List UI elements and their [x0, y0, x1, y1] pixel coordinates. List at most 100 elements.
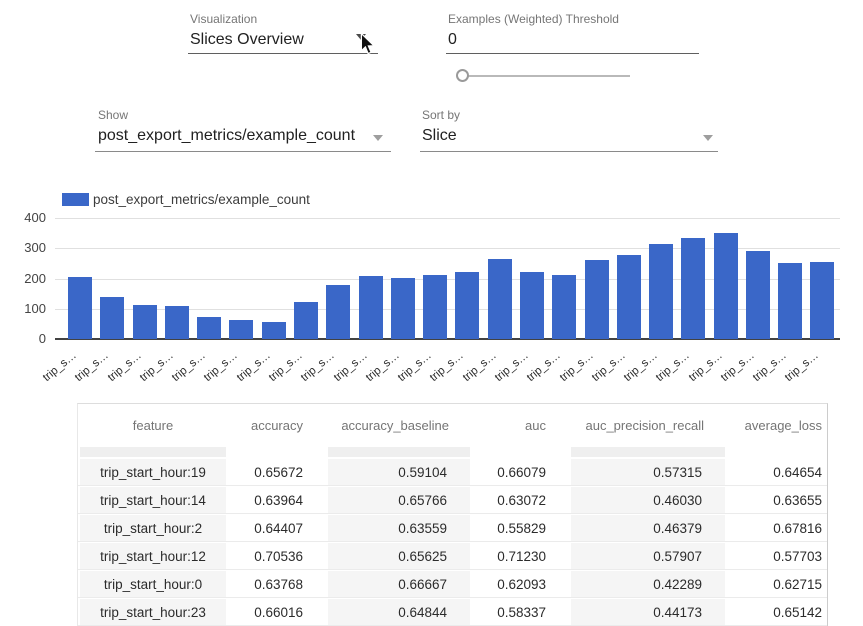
- table-row[interactable]: trip_start_hour:190.656720.591040.660790…: [78, 459, 827, 486]
- chevron-down-icon[interactable]: [373, 135, 383, 141]
- y-axis-tick-400: 400: [14, 210, 46, 225]
- y-axis-tick-100: 100: [14, 301, 46, 316]
- bar-21[interactable]: [746, 251, 770, 339]
- table-row[interactable]: trip_start_hour:140.639640.657660.630720…: [78, 487, 827, 514]
- accuracy_baseline-cell[interactable]: 0.59104: [326, 459, 472, 485]
- y-axis-tick-300: 300: [14, 240, 46, 255]
- bar-18[interactable]: [649, 244, 673, 339]
- bar-16[interactable]: [585, 260, 609, 339]
- average_loss-cell[interactable]: 0.65142: [727, 599, 827, 625]
- feature-cell[interactable]: trip_start_hour:14: [78, 487, 228, 513]
- bar-17[interactable]: [617, 255, 641, 339]
- bar-22[interactable]: [778, 263, 802, 339]
- auc_precision_recall-cell[interactable]: 0.46030: [569, 487, 727, 513]
- mouse-cursor: [360, 33, 375, 55]
- threshold-slider-knob[interactable]: [456, 69, 469, 82]
- auc-cell[interactable]: 0.66079: [472, 459, 569, 485]
- column-header-feature[interactable]: feature: [78, 404, 228, 447]
- feature-cell[interactable]: trip_start_hour:0: [78, 571, 228, 597]
- y-axis-tick-0: 0: [14, 331, 46, 346]
- sort-by-label: Sort by: [422, 108, 460, 122]
- accuracy_baseline-cell[interactable]: 0.64844: [326, 599, 472, 625]
- table-row[interactable]: trip_start_hour:00.637680.666670.620930.…: [78, 571, 827, 598]
- show-label: Show: [98, 108, 128, 122]
- average_loss-cell[interactable]: 0.64654: [727, 459, 827, 485]
- filter-cell-auc_precision_recall: [569, 447, 727, 457]
- bar-13[interactable]: [488, 259, 512, 339]
- feature-cell[interactable]: trip_start_hour:12: [78, 543, 228, 569]
- table-row[interactable]: trip_start_hour:230.660160.648440.583370…: [78, 599, 827, 626]
- auc_precision_recall-cell[interactable]: 0.46379: [569, 515, 727, 541]
- bar-15[interactable]: [552, 275, 576, 339]
- threshold-input[interactable]: 0: [448, 31, 457, 49]
- filter-cell-accuracy_baseline: [326, 447, 472, 457]
- auc-cell[interactable]: 0.55829: [472, 515, 569, 541]
- metrics-table: featureaccuracyaccuracy_baselineaucauc_p…: [77, 403, 828, 626]
- bar-1[interactable]: [100, 297, 124, 339]
- filter-cell-auc: [472, 447, 569, 457]
- y-axis-tick-200: 200: [14, 271, 46, 286]
- auc-cell[interactable]: 0.58337: [472, 599, 569, 625]
- average_loss-cell[interactable]: 0.57703: [727, 543, 827, 569]
- bar-8[interactable]: [326, 285, 350, 340]
- table-row[interactable]: trip_start_hour:120.705360.656250.712300…: [78, 543, 827, 570]
- bar-3[interactable]: [165, 306, 189, 339]
- auc_precision_recall-cell[interactable]: 0.42289: [569, 571, 727, 597]
- bar-2[interactable]: [133, 305, 157, 339]
- auc-cell[interactable]: 0.71230: [472, 543, 569, 569]
- threshold-underline: [446, 53, 699, 54]
- bar-9[interactable]: [359, 276, 383, 339]
- sort-by-selected-value: Slice: [422, 127, 457, 145]
- column-header-average_loss[interactable]: average_loss: [727, 404, 827, 447]
- auc_precision_recall-cell[interactable]: 0.57907: [569, 543, 727, 569]
- filter-cell-average_loss: [727, 447, 827, 457]
- auc_precision_recall-cell[interactable]: 0.44173: [569, 599, 727, 625]
- bar-0[interactable]: [68, 277, 92, 339]
- average_loss-cell[interactable]: 0.62715: [727, 571, 827, 597]
- accuracy-cell[interactable]: 0.63964: [228, 487, 326, 513]
- average_loss-cell[interactable]: 0.63655: [727, 487, 827, 513]
- bar-11[interactable]: [423, 275, 447, 339]
- average_loss-cell[interactable]: 0.67816: [727, 515, 827, 541]
- accuracy-cell[interactable]: 0.64407: [228, 515, 326, 541]
- bar-14[interactable]: [520, 272, 544, 339]
- table-row[interactable]: trip_start_hour:20.644070.635590.558290.…: [78, 515, 827, 542]
- accuracy_baseline-cell[interactable]: 0.65625: [326, 543, 472, 569]
- column-header-auc_precision_recall[interactable]: auc_precision_recall: [569, 404, 727, 447]
- bar-20[interactable]: [714, 233, 738, 340]
- bar-12[interactable]: [455, 272, 479, 339]
- auc_precision_recall-cell[interactable]: 0.57315: [569, 459, 727, 485]
- chevron-down-icon[interactable]: [703, 135, 713, 141]
- feature-cell[interactable]: trip_start_hour:19: [78, 459, 228, 485]
- accuracy_baseline-cell[interactable]: 0.63559: [326, 515, 472, 541]
- accuracy_baseline-cell[interactable]: 0.65766: [326, 487, 472, 513]
- column-header-accuracy_baseline[interactable]: accuracy_baseline: [326, 404, 472, 447]
- visualization-underline: [188, 53, 378, 54]
- threshold-slider-track[interactable]: [461, 75, 630, 77]
- table-header-row: featureaccuracyaccuracy_baselineaucauc_p…: [78, 404, 827, 447]
- accuracy_baseline-cell[interactable]: 0.66667: [326, 571, 472, 597]
- tfma-slicing-metrics-widget: Visualization Slices Overview Examples (…: [0, 0, 863, 626]
- bar-6[interactable]: [262, 322, 286, 340]
- column-header-accuracy[interactable]: accuracy: [228, 404, 326, 447]
- feature-cell[interactable]: trip_start_hour:2: [78, 515, 228, 541]
- auc-cell[interactable]: 0.63072: [472, 487, 569, 513]
- visualization-label: Visualization: [190, 12, 257, 26]
- feature-cell[interactable]: trip_start_hour:23: [78, 599, 228, 625]
- bar-23[interactable]: [810, 262, 834, 339]
- bar-5[interactable]: [229, 320, 253, 339]
- bar-4[interactable]: [197, 317, 221, 339]
- accuracy-cell[interactable]: 0.70536: [228, 543, 326, 569]
- accuracy-cell[interactable]: 0.63768: [228, 571, 326, 597]
- filter-cell-feature: [78, 447, 228, 457]
- auc-cell[interactable]: 0.62093: [472, 571, 569, 597]
- bar-10[interactable]: [391, 278, 415, 339]
- bar-19[interactable]: [681, 238, 705, 339]
- column-header-auc[interactable]: auc: [472, 404, 569, 447]
- accuracy-cell[interactable]: 0.65672: [228, 459, 326, 485]
- gridline-400: [55, 218, 840, 219]
- bar-7[interactable]: [294, 302, 318, 339]
- legend-swatch: [62, 193, 89, 206]
- accuracy-cell[interactable]: 0.66016: [228, 599, 326, 625]
- visualization-selected-value: Slices Overview: [190, 31, 304, 49]
